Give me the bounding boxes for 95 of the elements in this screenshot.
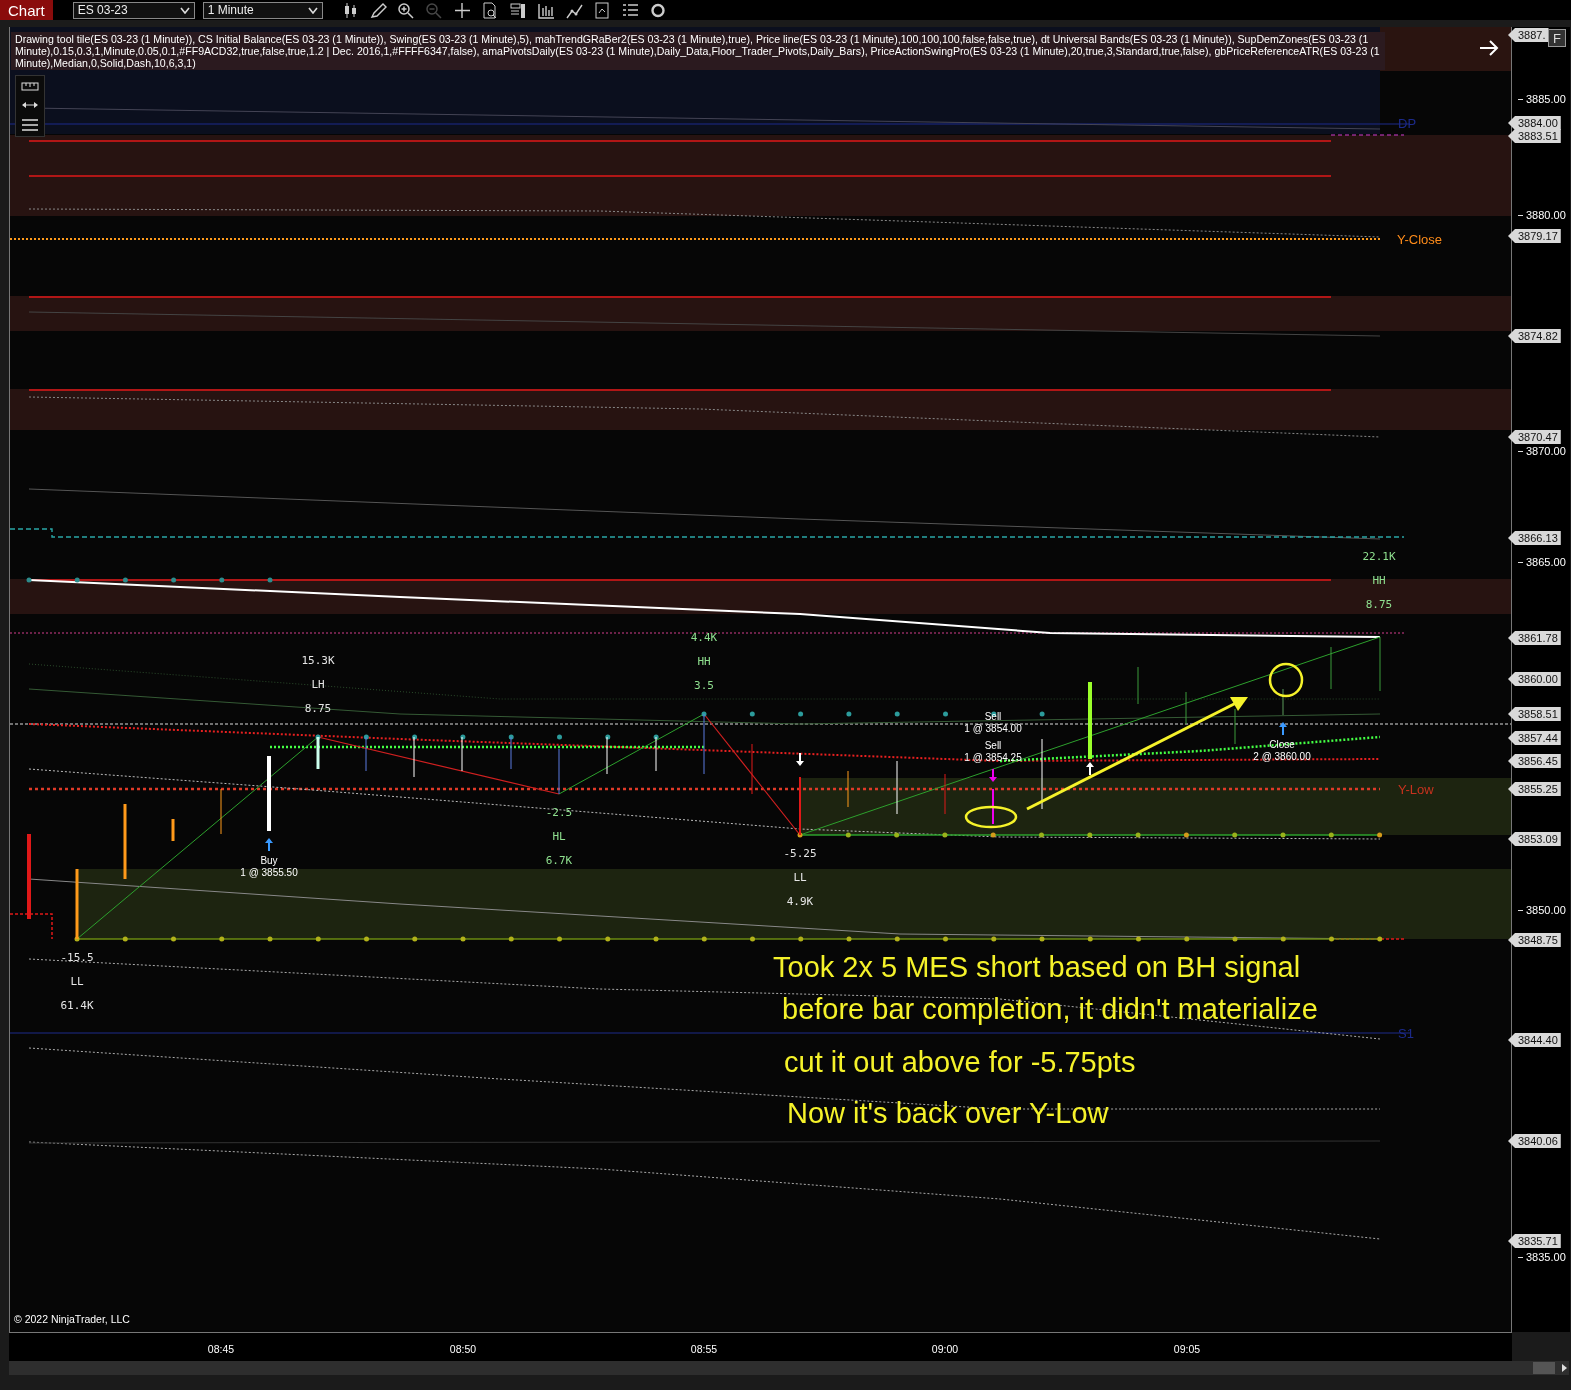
price-tick-label: 3865.00: [1526, 556, 1566, 568]
price-marker: 3884.00: [1508, 116, 1561, 130]
swing-label: -2.5: [545, 806, 573, 819]
swing-label: HL: [552, 830, 566, 843]
scroll-right-icon[interactable]: [1559, 1362, 1569, 1374]
level-label: Y-Close: [1397, 232, 1443, 247]
panel-layout-icon[interactable]: [508, 1, 528, 19]
price-marker: 3856.45: [1508, 754, 1561, 768]
annotation-circle: [1268, 662, 1304, 698]
price-tick-label: 3880.00: [1526, 209, 1566, 221]
indicator-list: Drawing tool tile(ES 03-23 (1 Minute)), CS Initial Balance(ES 03-23 (1 Minute)), Swing(ES 03-23 (1 Minute),5), mahTrendGRaBer2(ES 03-23 (1 Minute),true), Price line(ES 03-23 (1 Minute),100,100,100,false,false,true), dt Universal Bands(ES 03-23 (1 Minute)), SupDemZones(ES 03-23 (1 Minute),0.15,0.3,1,Minute,0.05,0.1,#FF9ACD32,true,false,true,1.2 | Dec. 2016,1,#FFFF6347,false), amaPivotsDaily(ES 03-23 (1 Minute),Daily_Data,Floor_Trader_Pivots,Daily_Bars), PriceActionSwingPro(ES 03-23 (1 Minute),20,true,3,Standard,true,false), gbPriceReferenceATR(ES 03-23 (1 Minute),Median,0,Solid,Dash,10,6,3,1): [11, 32, 1385, 70]
caret-icon: [179, 6, 190, 14]
swing-label: 22.1K: [1362, 550, 1396, 563]
candle: [171, 819, 175, 841]
annotation-text: Took 2x 5 MES short based on BH signal: [773, 951, 1301, 984]
horizontal-arrows-icon[interactable]: [21, 100, 39, 110]
bar-chart-icon[interactable]: [536, 1, 556, 19]
level-label: DP: [1398, 116, 1417, 131]
candle: [316, 737, 320, 769]
swing-label: 6.7K: [545, 854, 573, 867]
arrow-right-icon[interactable]: [1479, 40, 1499, 56]
interval-dropdown[interactable]: 1 Minute: [202, 1, 323, 19]
price-tick-label: 3870.00: [1526, 445, 1566, 457]
swing-label: 8.75: [1365, 598, 1393, 611]
trade-action-label: Buy: [260, 855, 278, 866]
price-marker: 3855.25: [1508, 782, 1561, 796]
price-tick-label: 3850.00: [1526, 904, 1566, 916]
swing-label: 4.4K: [690, 631, 718, 644]
signal-arrow: [796, 752, 804, 766]
price-marker: 3840.06: [1508, 1134, 1561, 1148]
swing-label: -15.5: [60, 951, 94, 964]
time-label: 09:05: [1173, 1343, 1201, 1355]
price-marker: 3874.82: [1508, 329, 1561, 343]
price-marker: 3887.: [1508, 28, 1549, 42]
candle: [75, 869, 79, 939]
trade-action-label: Sell: [984, 740, 1002, 751]
instrument-dropdown[interactable]: ES 03-23: [72, 1, 195, 19]
signal-arrow: [1279, 722, 1287, 736]
strategy-document-icon[interactable]: [592, 1, 612, 19]
swing-label: 8.75: [304, 702, 332, 715]
swing-label: 61.4K: [60, 999, 94, 1012]
price-marker: 3883.51: [1508, 129, 1561, 143]
trade-fill-label: 1 @ 3854.00: [964, 723, 1022, 734]
trade-action-label: Close: [1269, 739, 1295, 750]
time-label: 08:50: [449, 1343, 477, 1355]
price-marker: 3879.17: [1508, 229, 1561, 243]
chart-tab[interactable]: Chart: [0, 0, 53, 20]
annotation-ellipse: [964, 805, 1018, 829]
ruler-icon[interactable]: [21, 80, 39, 92]
price-marker: 3848.75: [1508, 933, 1561, 947]
level-label: S1: [1398, 1026, 1414, 1041]
price-marker: 3858.51: [1508, 707, 1561, 721]
swing-label: HH: [1372, 574, 1386, 587]
price-tick-label: 3885.00: [1526, 93, 1566, 105]
price-marker: 3857.44: [1508, 731, 1561, 745]
swing-label: -5.25: [783, 847, 817, 860]
trade-action-label: Sell: [984, 711, 1002, 722]
price-marker: 3853.09: [1508, 832, 1561, 846]
price-marker: 3870.47: [1508, 430, 1561, 444]
swing-label: 15.3K: [301, 654, 335, 667]
pencil-icon[interactable]: [368, 1, 388, 19]
price-tick-label: 3835.00: [1526, 1251, 1566, 1263]
time-label: 08:45: [207, 1343, 235, 1355]
annotation-text: Now it's back over Y-Low: [787, 1097, 1109, 1130]
price-marker: 3861.78: [1508, 631, 1561, 645]
copyright-text: © 2022 NinjaTrader, LLC: [14, 1313, 130, 1325]
annotation-text: before bar completion, it didn't materialize: [782, 993, 1318, 1026]
scrollbar-thumb[interactable]: [1533, 1362, 1555, 1374]
swing-label: 4.9K: [786, 895, 814, 908]
price-marker: 3844.40: [1508, 1033, 1561, 1047]
f-button[interactable]: F: [1548, 29, 1566, 47]
time-label: 09:00: [931, 1343, 959, 1355]
menu-icon[interactable]: [21, 118, 39, 132]
trade-fill-label: 2 @ 3860.00: [1253, 751, 1311, 762]
swing-label: LL: [70, 975, 84, 988]
swing-label: 3.5: [694, 679, 714, 692]
signal-arrow: [265, 838, 273, 852]
price-marker: 3860.00: [1508, 672, 1561, 686]
level-label: Y-Low: [1398, 782, 1434, 797]
price-marker: 3835.71: [1508, 1234, 1561, 1248]
crosshair-icon[interactable]: [452, 1, 472, 19]
price-marker: 3866.13: [1508, 531, 1561, 545]
caret-icon: [307, 6, 318, 14]
swing-label: HH: [697, 655, 711, 668]
trade-fill-label: 1 @ 3854.25: [964, 752, 1022, 763]
time-label: 08:55: [690, 1343, 718, 1355]
zoom-in-icon[interactable]: [396, 1, 416, 19]
trade-fill-label: 1 @ 3855.50: [240, 867, 298, 878]
annotation-text: cut it out above for -5.75pts: [784, 1046, 1136, 1079]
swing-label: LH: [311, 678, 325, 691]
ring-icon[interactable]: [648, 1, 668, 19]
list-icon[interactable]: [620, 1, 640, 19]
swing-label: LL: [793, 871, 807, 884]
signal-arrow: [989, 768, 997, 782]
signal-arrow: [1086, 762, 1094, 776]
